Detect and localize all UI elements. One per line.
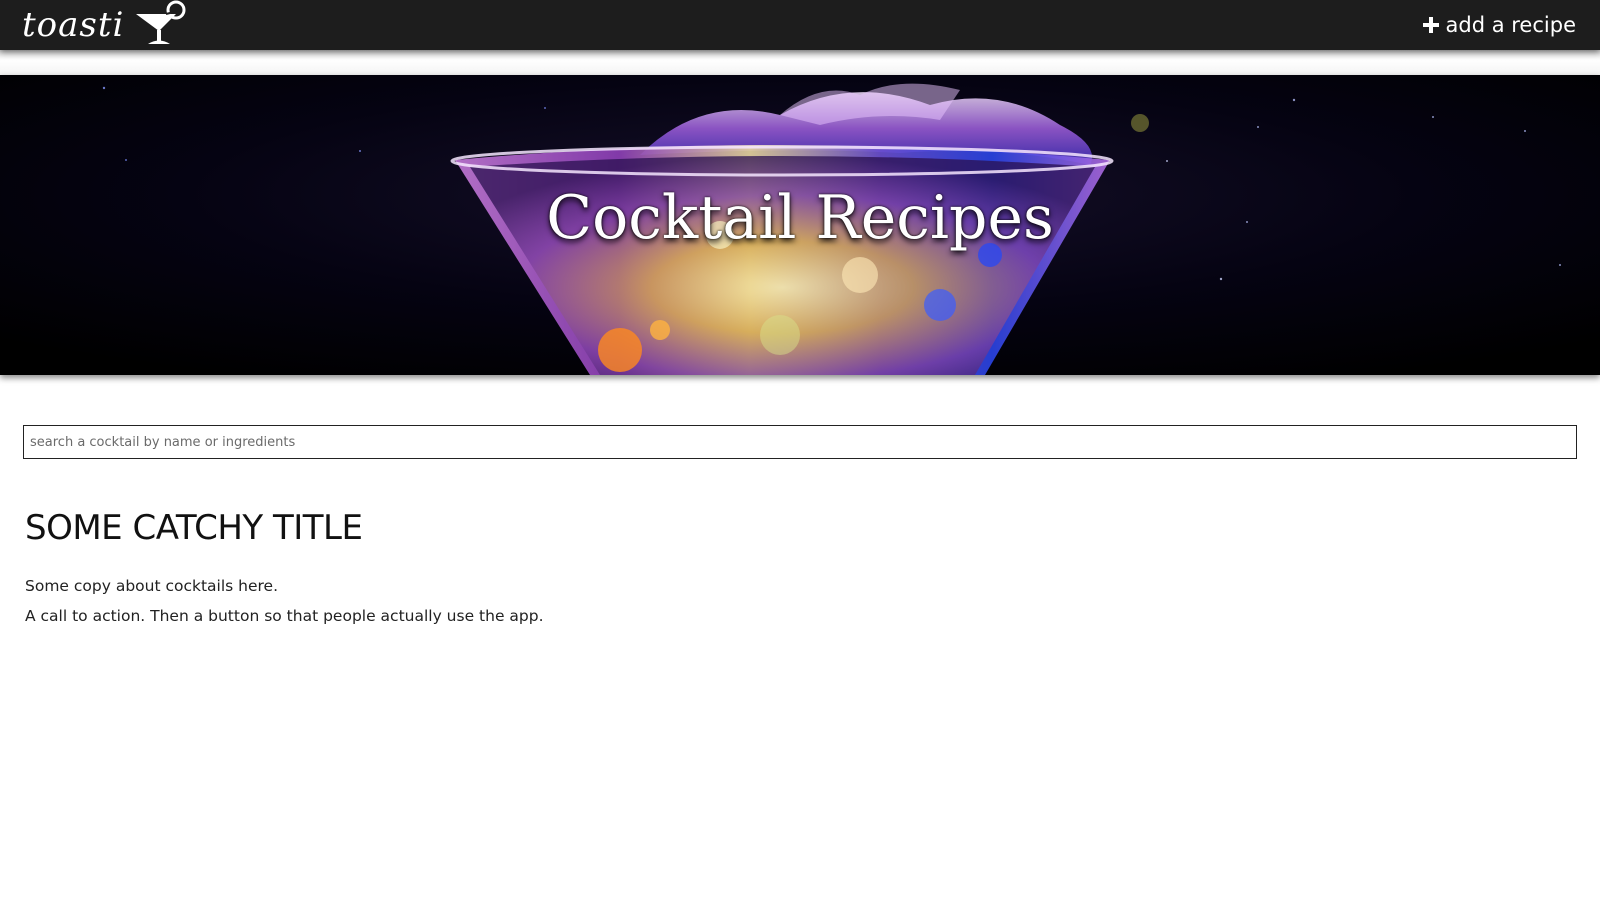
brand-name: toasti [22, 5, 125, 45]
intro-paragraph: Some copy about cocktails here. [25, 577, 279, 595]
plus-icon [1422, 17, 1439, 33]
brand-logo-link[interactable]: toasti [22, 0, 188, 50]
top-navbar: toasti add a recipe [0, 0, 1600, 50]
cocktail-glass-icon [136, 0, 186, 44]
hero-banner: Cocktail Recipes [0, 75, 1600, 375]
search-bar [23, 425, 1577, 459]
main-content: SOME CATCHY TITLE Some copy about cockta… [25, 505, 1525, 631]
header-divider [0, 50, 1600, 75]
add-recipe-button[interactable]: add a recipe [1422, 0, 1576, 50]
add-recipe-label: add a recipe [1445, 13, 1576, 37]
search-input[interactable] [23, 425, 1577, 459]
page-title: SOME CATCHY TITLE [25, 508, 363, 548]
hero-title: Cocktail Recipes [546, 183, 1054, 253]
call-to-action-paragraph: A call to action. Then a button so that … [25, 607, 544, 625]
